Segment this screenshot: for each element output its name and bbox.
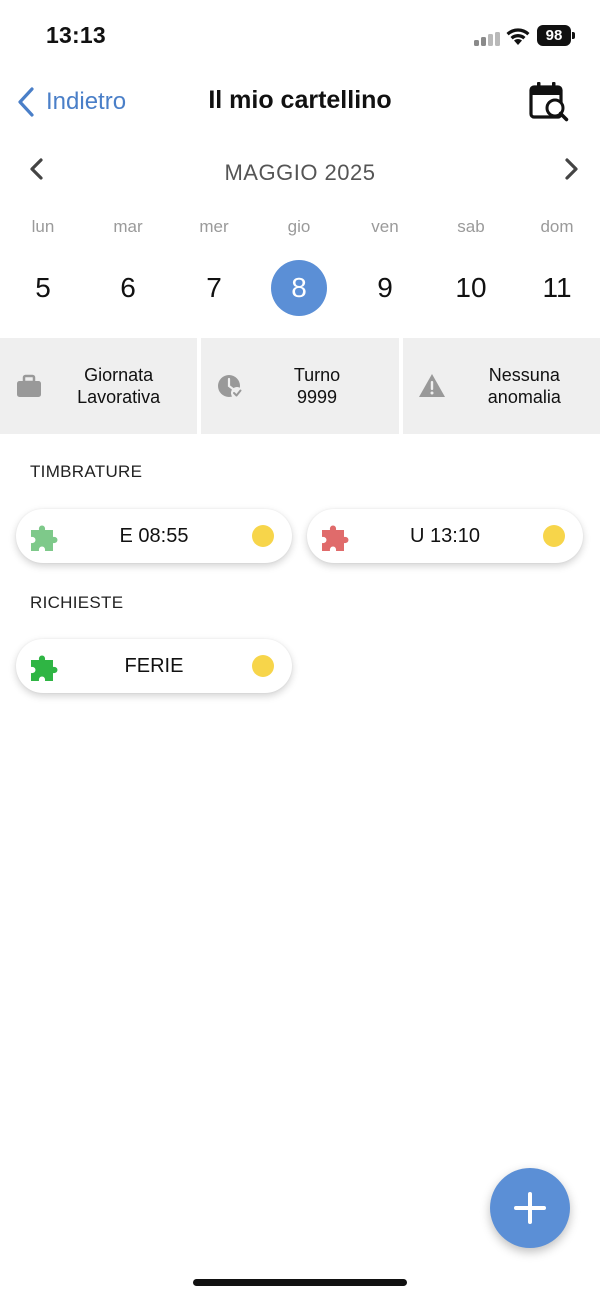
warning-icon bbox=[418, 374, 445, 397]
day-number: 11 bbox=[542, 272, 572, 303]
timbrature-section-label: TIMBRATURE bbox=[30, 462, 143, 481]
day-number: 9 bbox=[377, 272, 393, 303]
status-time: 13:13 bbox=[46, 22, 106, 48]
richieste-section-label: RICHIESTE bbox=[30, 593, 124, 612]
clock-out-text: U 13:10 bbox=[409, 525, 481, 547]
day-tue[interactable]: mar 6 bbox=[88, 212, 168, 316]
clock-in-text: E 08:55 bbox=[119, 525, 189, 547]
anomaly-line1: Nessuna bbox=[488, 365, 560, 385]
day-thu-selected[interactable]: gio 8 bbox=[259, 212, 339, 316]
day-name: gio bbox=[287, 217, 311, 236]
day-number: 5 bbox=[35, 272, 51, 303]
request-text: FERIE bbox=[124, 655, 184, 677]
anomaly-info: Nessuna anomalia bbox=[402, 338, 600, 434]
month-label: MAGGIO 2025 bbox=[224, 160, 376, 185]
day-fri[interactable]: ven 9 bbox=[345, 212, 425, 316]
calendar-search-icon[interactable] bbox=[528, 80, 570, 124]
wifi-icon bbox=[506, 28, 530, 45]
workday-info: Giornata Lavorativa bbox=[0, 338, 198, 434]
cellular-signal-icon bbox=[474, 32, 500, 46]
status-dot bbox=[543, 525, 565, 547]
day-name: lun bbox=[31, 217, 55, 236]
day-name: dom bbox=[540, 217, 574, 236]
day-info-strip: Giornata Lavorativa Turno 9999 Nessuna a… bbox=[0, 338, 600, 434]
clock-in-entry[interactable]: E 08:55 bbox=[16, 509, 292, 563]
workday-line1: Giornata bbox=[84, 365, 154, 385]
day-number: 8 bbox=[271, 260, 327, 316]
battery-cap bbox=[572, 32, 575, 39]
anomaly-line2: anomalia bbox=[487, 387, 561, 407]
add-button[interactable] bbox=[490, 1168, 570, 1248]
day-mon[interactable]: lun 5 bbox=[3, 212, 83, 316]
day-wed[interactable]: mer 7 bbox=[174, 212, 254, 316]
day-sun[interactable]: dom 11 bbox=[517, 212, 597, 316]
status-bar: 13:13 98 bbox=[0, 0, 600, 72]
shift-info: Turno 9999 bbox=[201, 338, 399, 434]
page-title: Il mio cartellino bbox=[208, 86, 392, 114]
day-sat[interactable]: sab 10 bbox=[431, 212, 511, 316]
shift-line2: 9999 bbox=[296, 387, 338, 407]
day-name: sab bbox=[457, 217, 485, 236]
next-month-button[interactable] bbox=[556, 154, 586, 184]
day-number: 6 bbox=[120, 272, 136, 303]
day-name: ven bbox=[371, 217, 399, 236]
status-dot bbox=[252, 655, 274, 677]
request-entry[interactable]: FERIE bbox=[16, 639, 292, 693]
clock-out-entry[interactable]: U 13:10 bbox=[307, 509, 583, 563]
home-indicator bbox=[193, 1279, 407, 1286]
nav-header: Indietro Il mio cartellino bbox=[0, 72, 600, 132]
day-name: mar bbox=[113, 217, 143, 236]
workday-line2: Lavorativa bbox=[77, 387, 161, 407]
briefcase-icon bbox=[17, 374, 41, 397]
month-navigation: MAGGIO 2025 bbox=[0, 146, 600, 196]
day-number: 7 bbox=[206, 272, 222, 303]
shift-line1: Turno bbox=[293, 365, 341, 385]
status-dot bbox=[252, 525, 274, 547]
day-number: 10 bbox=[455, 272, 487, 303]
day-name: mer bbox=[199, 217, 229, 236]
battery-icon: 98 bbox=[537, 25, 571, 46]
week-strip: lun 5 mar 6 mer 7 gio 8 ven 9 sab 10 dom… bbox=[0, 212, 600, 332]
